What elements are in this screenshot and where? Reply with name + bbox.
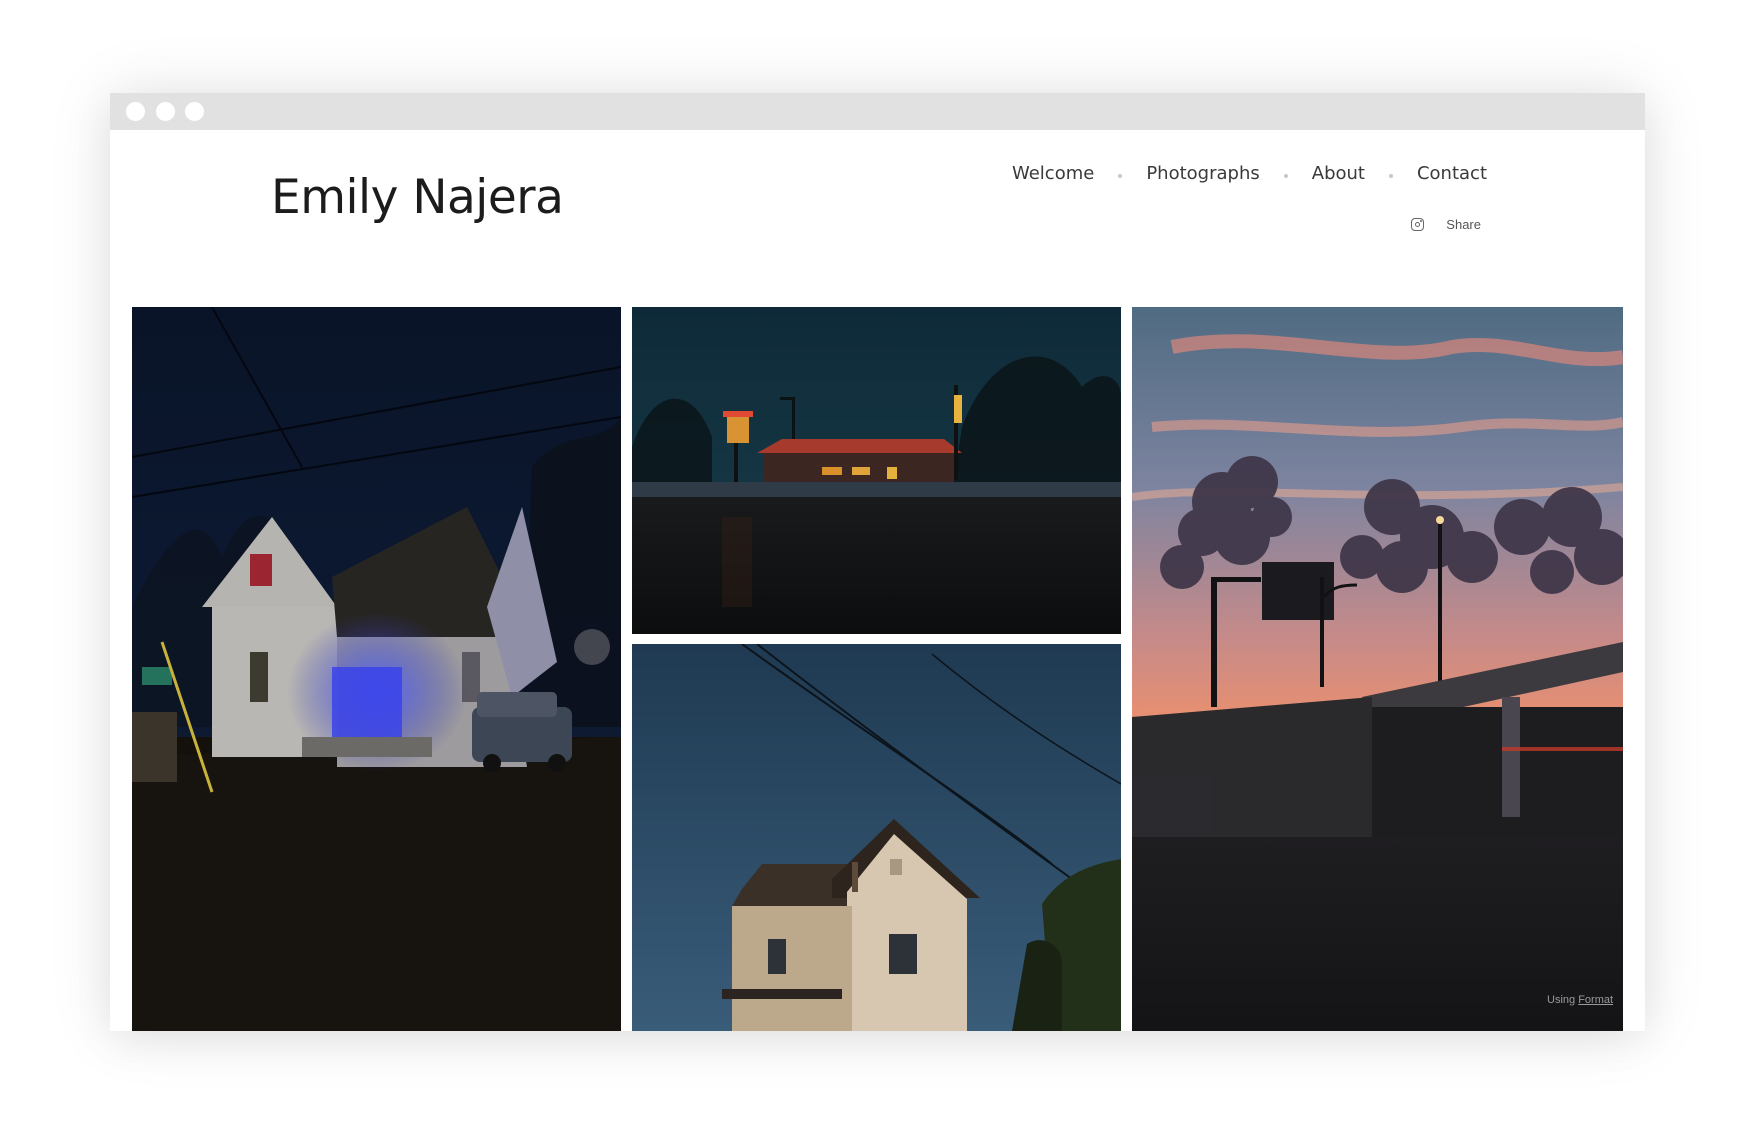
instagram-icon[interactable] xyxy=(1411,218,1425,231)
nav-welcome[interactable]: Welcome xyxy=(1012,163,1094,184)
nav-about[interactable]: About xyxy=(1312,163,1365,184)
social-links: Share xyxy=(1411,217,1481,232)
window-maximize-button[interactable] xyxy=(185,102,204,121)
share-link[interactable]: Share xyxy=(1446,217,1481,232)
nav-contact[interactable]: Contact xyxy=(1417,163,1487,184)
window-close-button[interactable] xyxy=(126,102,145,121)
using-format-credit: Using Format xyxy=(1547,994,1613,1006)
photo-house-night-image xyxy=(132,307,621,1031)
gallery-photo-house-sunlight[interactable] xyxy=(632,644,1121,1031)
photo-overpass-sunset-image xyxy=(1132,307,1623,1031)
browser-window: Emily Najera Welcome Photographs About C… xyxy=(110,93,1645,1031)
browser-titlebar xyxy=(110,93,1645,130)
photo-house-sunlight-image xyxy=(632,644,1121,1031)
using-prefix: Using xyxy=(1547,994,1576,1006)
gallery-photo-diner-dusk[interactable] xyxy=(632,307,1121,634)
nav-photographs[interactable]: Photographs xyxy=(1146,163,1259,184)
gallery-photo-house-night[interactable] xyxy=(132,307,621,1031)
format-link[interactable]: Format xyxy=(1578,994,1613,1006)
main-nav: Welcome Photographs About Contact xyxy=(1012,163,1487,184)
nav-separator xyxy=(1388,173,1393,178)
window-minimize-button[interactable] xyxy=(156,102,175,121)
nav-separator xyxy=(1118,173,1123,178)
site-title[interactable]: Emily Najera xyxy=(271,170,564,225)
photo-diner-dusk-image xyxy=(632,307,1121,634)
gallery-photo-overpass-sunset[interactable] xyxy=(1132,307,1623,1031)
nav-separator xyxy=(1283,173,1288,178)
